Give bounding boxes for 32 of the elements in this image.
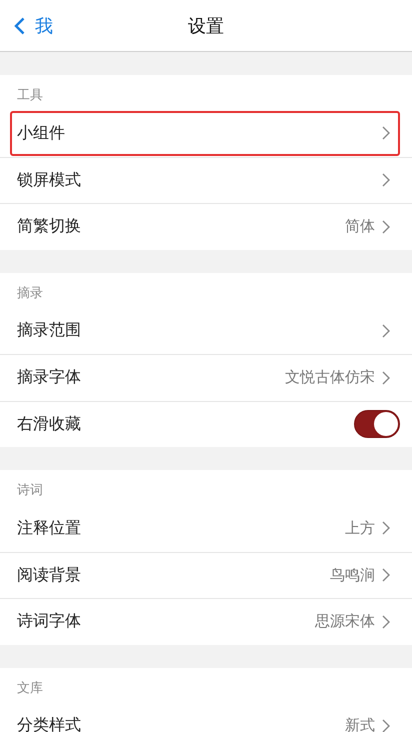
setting-value: 鸟鸣涧 <box>330 566 375 585</box>
nav-title: 设置 <box>188 14 224 38</box>
section-header: 摘录 <box>16 284 44 302</box>
chevron-icon <box>382 521 390 536</box>
setting-value: 简体 <box>345 217 375 236</box>
setting-label[interactable]: 阅读背景 <box>17 564 330 586</box>
section-header: 文库 <box>16 680 44 698</box>
setting-label[interactable]: 简繁切换 <box>17 216 345 238</box>
chevron-icon <box>382 324 390 338</box>
chevron-icon <box>382 126 390 140</box>
setting-label[interactable]: 摘录范围 <box>17 320 382 342</box>
toggle-switch[interactable] <box>354 410 400 438</box>
setting-label[interactable]: 锁屏模式 <box>17 170 382 191</box>
section-header: 工具 <box>16 87 44 105</box>
setting-label[interactable]: 右滑收藏 <box>17 414 354 435</box>
back-icon <box>14 17 25 35</box>
setting-value: 思源宋体 <box>315 612 375 632</box>
chevron-icon <box>382 614 390 629</box>
setting-value: 新式 <box>345 716 375 732</box>
chevron-icon <box>382 173 390 188</box>
chevron-icon <box>382 718 390 732</box>
setting-label[interactable]: 摘录字体 <box>17 367 285 388</box>
setting-label[interactable]: 小组件 <box>17 122 382 144</box>
setting-value: 上方 <box>345 518 375 538</box>
setting-label[interactable]: 注释位置 <box>17 518 345 539</box>
setting-label[interactable]: 诗词字体 <box>17 611 315 632</box>
section-header: 诗词 <box>16 482 44 500</box>
setting-value: 文悦古体仿宋 <box>285 368 375 388</box>
chevron-icon <box>382 370 390 385</box>
chevron-icon <box>382 568 390 582</box>
chevron-icon <box>382 220 390 234</box>
back-button[interactable]: 我 <box>12 12 55 40</box>
